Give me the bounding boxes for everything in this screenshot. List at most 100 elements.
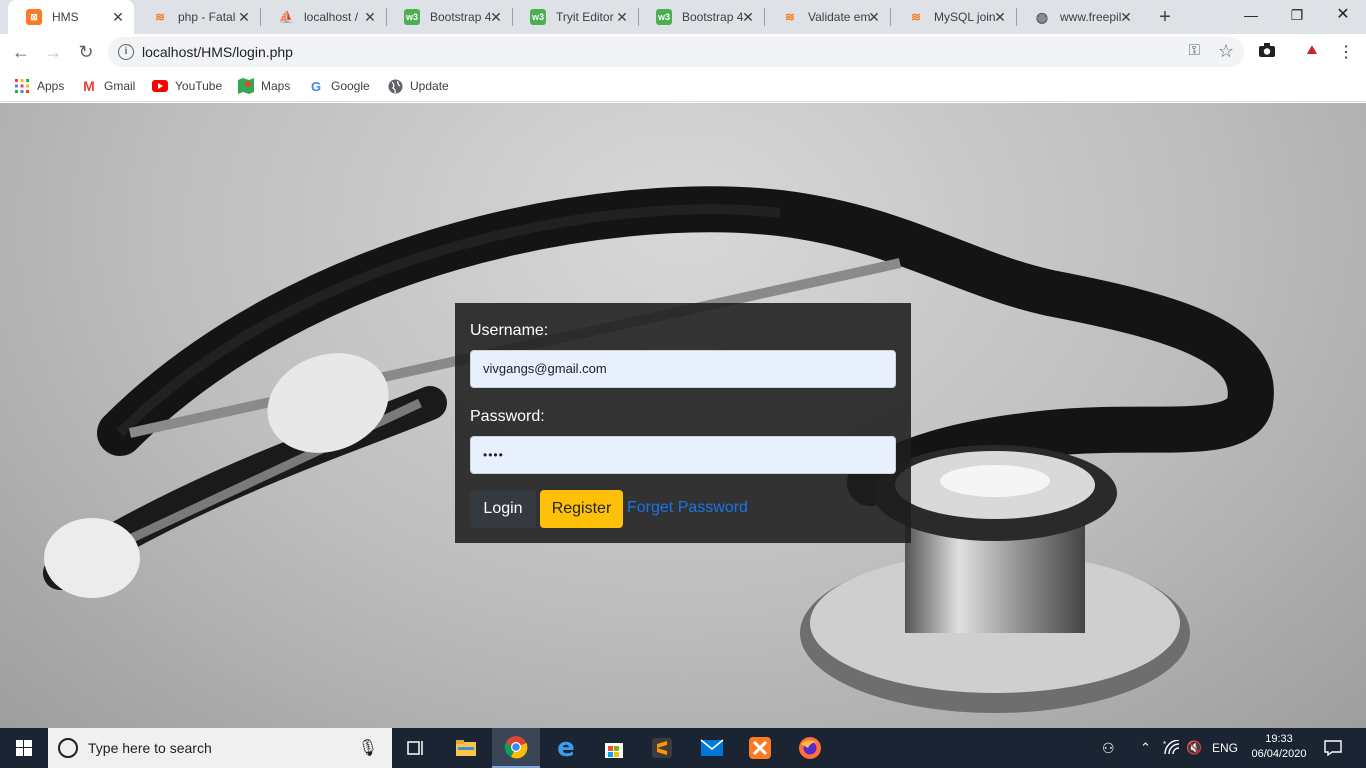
bookmark-label: YouTube — [175, 79, 223, 93]
tab-php-fatal[interactable]: ≋ php - Fatal ✕ — [134, 0, 260, 34]
bookmark-label: Update — [410, 79, 449, 93]
close-tab-icon[interactable]: ✕ — [110, 9, 126, 25]
clock-date: 06/04/2020 — [1251, 748, 1307, 760]
camera-icon[interactable] — [1257, 42, 1277, 62]
edge-icon[interactable]: e — [542, 728, 590, 768]
tab-title: MySQL join — [934, 10, 996, 24]
windows-logo-icon — [16, 740, 32, 756]
close-tab-icon[interactable]: ✕ — [614, 9, 630, 25]
tab-bootstrap-2[interactable]: w3 Bootstrap 4 ✕ — [638, 0, 764, 34]
volume-muted-icon[interactable]: 🔇 — [1186, 728, 1202, 768]
menu-icon[interactable]: ⋮ — [1336, 42, 1356, 62]
start-button[interactable] — [0, 728, 48, 768]
cortana-icon — [58, 738, 78, 758]
globe-icon: ◍ — [1035, 8, 1049, 25]
close-tab-icon[interactable]: ✕ — [992, 9, 1008, 25]
chrome-taskbar-icon[interactable] — [492, 728, 540, 768]
reload-button[interactable]: ↻ — [74, 40, 98, 64]
tab-localhost[interactable]: ⛵ localhost / ✕ — [260, 0, 386, 34]
bookmark-apps[interactable]: Apps — [14, 76, 64, 96]
address-bar[interactable]: i localhost/HMS/login.php ⚿ ☆ — [108, 37, 1244, 67]
tab-title: Bootstrap 4 — [682, 10, 744, 24]
gmail-icon: M — [83, 78, 95, 94]
tab-title: www.freepil — [1060, 10, 1122, 24]
new-tab-button[interactable]: + — [1154, 6, 1176, 28]
firefox-icon[interactable] — [786, 728, 834, 768]
tab-tryit-editor[interactable]: w3 Tryit Editor ✕ — [512, 0, 638, 34]
xampp-taskbar-icon[interactable] — [736, 728, 784, 768]
apps-grid-icon — [14, 78, 30, 94]
password-label: Password: — [470, 408, 545, 425]
bookmark-label: Google — [331, 79, 370, 93]
login-button[interactable]: Login — [470, 490, 536, 528]
bookmark-gmail[interactable]: M Gmail — [81, 76, 135, 96]
search-placeholder: Type here to search — [88, 740, 212, 756]
extension-icon[interactable]: ⛰ — [1302, 42, 1322, 62]
bookmark-star-icon[interactable]: ☆ — [1218, 41, 1234, 62]
svg-text:*: * — [1163, 740, 1166, 749]
youtube-icon — [152, 78, 168, 94]
forward-button[interactable]: → — [41, 40, 65, 64]
sublime-text-icon[interactable] — [638, 728, 686, 768]
w3schools-icon: w3 — [530, 9, 546, 25]
bookmark-label: Gmail — [104, 79, 136, 93]
bookmark-update[interactable]: Update — [387, 76, 449, 96]
show-hidden-icons[interactable]: ⌃ — [1140, 728, 1151, 768]
close-tab-icon[interactable]: ✕ — [740, 9, 756, 25]
windows-taskbar: Type here to search 🎙 e ⚇ ⌃ * 🔇 ENG 19:3… — [0, 728, 1366, 768]
microphone-icon[interactable]: 🎙 — [358, 738, 378, 758]
address-url[interactable]: localhost/HMS/login.php — [142, 44, 293, 60]
bookmark-label: Apps — [37, 79, 65, 93]
task-view-icon[interactable] — [392, 728, 440, 768]
stackoverflow-icon: ≋ — [784, 10, 796, 24]
tab-freepik[interactable]: ◍ www.freepil ✕ — [1016, 0, 1142, 34]
forget-password-link[interactable]: Forget Password — [627, 499, 748, 517]
browser-toolbar: ← → ↻ i localhost/HMS/login.php ⚿ ☆ ⛰ ⋮ — [0, 34, 1366, 70]
tab-title: localhost / — [304, 10, 359, 24]
store-icon[interactable] — [590, 728, 638, 768]
language-indicator[interactable]: ENG — [1212, 728, 1238, 768]
restore-button[interactable]: ❐ — [1274, 0, 1320, 30]
phpmyadmin-icon: ⛵ — [278, 10, 294, 24]
register-button[interactable]: Register — [540, 490, 623, 528]
close-tab-icon[interactable]: ✕ — [236, 9, 252, 25]
bookmark-maps[interactable]: Maps — [238, 76, 290, 96]
close-tab-icon[interactable]: ✕ — [488, 9, 504, 25]
taskbar-search-box[interactable]: Type here to search 🎙 — [48, 728, 392, 768]
close-tab-icon[interactable]: ✕ — [866, 9, 882, 25]
tab-title: Tryit Editor — [556, 10, 614, 24]
tab-validate-email[interactable]: ≋ Validate em ✕ — [764, 0, 890, 34]
back-button[interactable]: ← — [9, 40, 33, 64]
file-explorer-icon[interactable] — [442, 728, 490, 768]
bookmark-youtube[interactable]: YouTube — [152, 76, 222, 96]
close-tab-icon[interactable]: ✕ — [1118, 9, 1134, 25]
mail-icon[interactable] — [688, 728, 736, 768]
network-icon[interactable]: * — [1163, 728, 1181, 768]
tab-bootstrap-1[interactable]: w3 Bootstrap 4 ✕ — [386, 0, 512, 34]
tab-title: Validate em — [808, 10, 871, 24]
maps-icon — [238, 78, 254, 94]
close-window-button[interactable]: ✕ — [1320, 0, 1366, 30]
system-clock[interactable]: 19:33 06/04/2020 — [1248, 732, 1310, 762]
password-input[interactable]: •••• — [470, 436, 896, 474]
action-center-icon[interactable] — [1324, 728, 1342, 768]
close-tab-icon[interactable]: ✕ — [362, 9, 378, 25]
minimize-button[interactable]: — — [1228, 0, 1274, 30]
tab-mysql-join[interactable]: ≋ MySQL join ✕ — [890, 0, 1016, 34]
xampp-icon: ⊠ — [26, 9, 42, 25]
w3schools-icon: w3 — [404, 9, 420, 25]
w3schools-icon: w3 — [656, 9, 672, 25]
stackoverflow-icon: ≋ — [154, 10, 166, 24]
key-icon[interactable]: ⚿ — [1189, 42, 1200, 59]
people-icon[interactable]: ⚇ — [1102, 728, 1115, 768]
clock-time: 19:33 — [1265, 733, 1293, 745]
username-input[interactable]: vivgangs@gmail.com — [470, 350, 896, 388]
bookmark-google[interactable]: G Google — [308, 76, 370, 96]
google-icon: G — [310, 78, 322, 94]
tab-hms[interactable]: ⊠ HMS ✕ — [8, 0, 134, 34]
login-form: Username: vivgangs@gmail.com Password: •… — [455, 303, 911, 543]
bookmark-label: Maps — [261, 79, 291, 93]
tab-title: Bootstrap 4 — [430, 10, 492, 24]
info-icon[interactable]: i — [118, 44, 134, 60]
username-label: Username: — [470, 322, 549, 339]
